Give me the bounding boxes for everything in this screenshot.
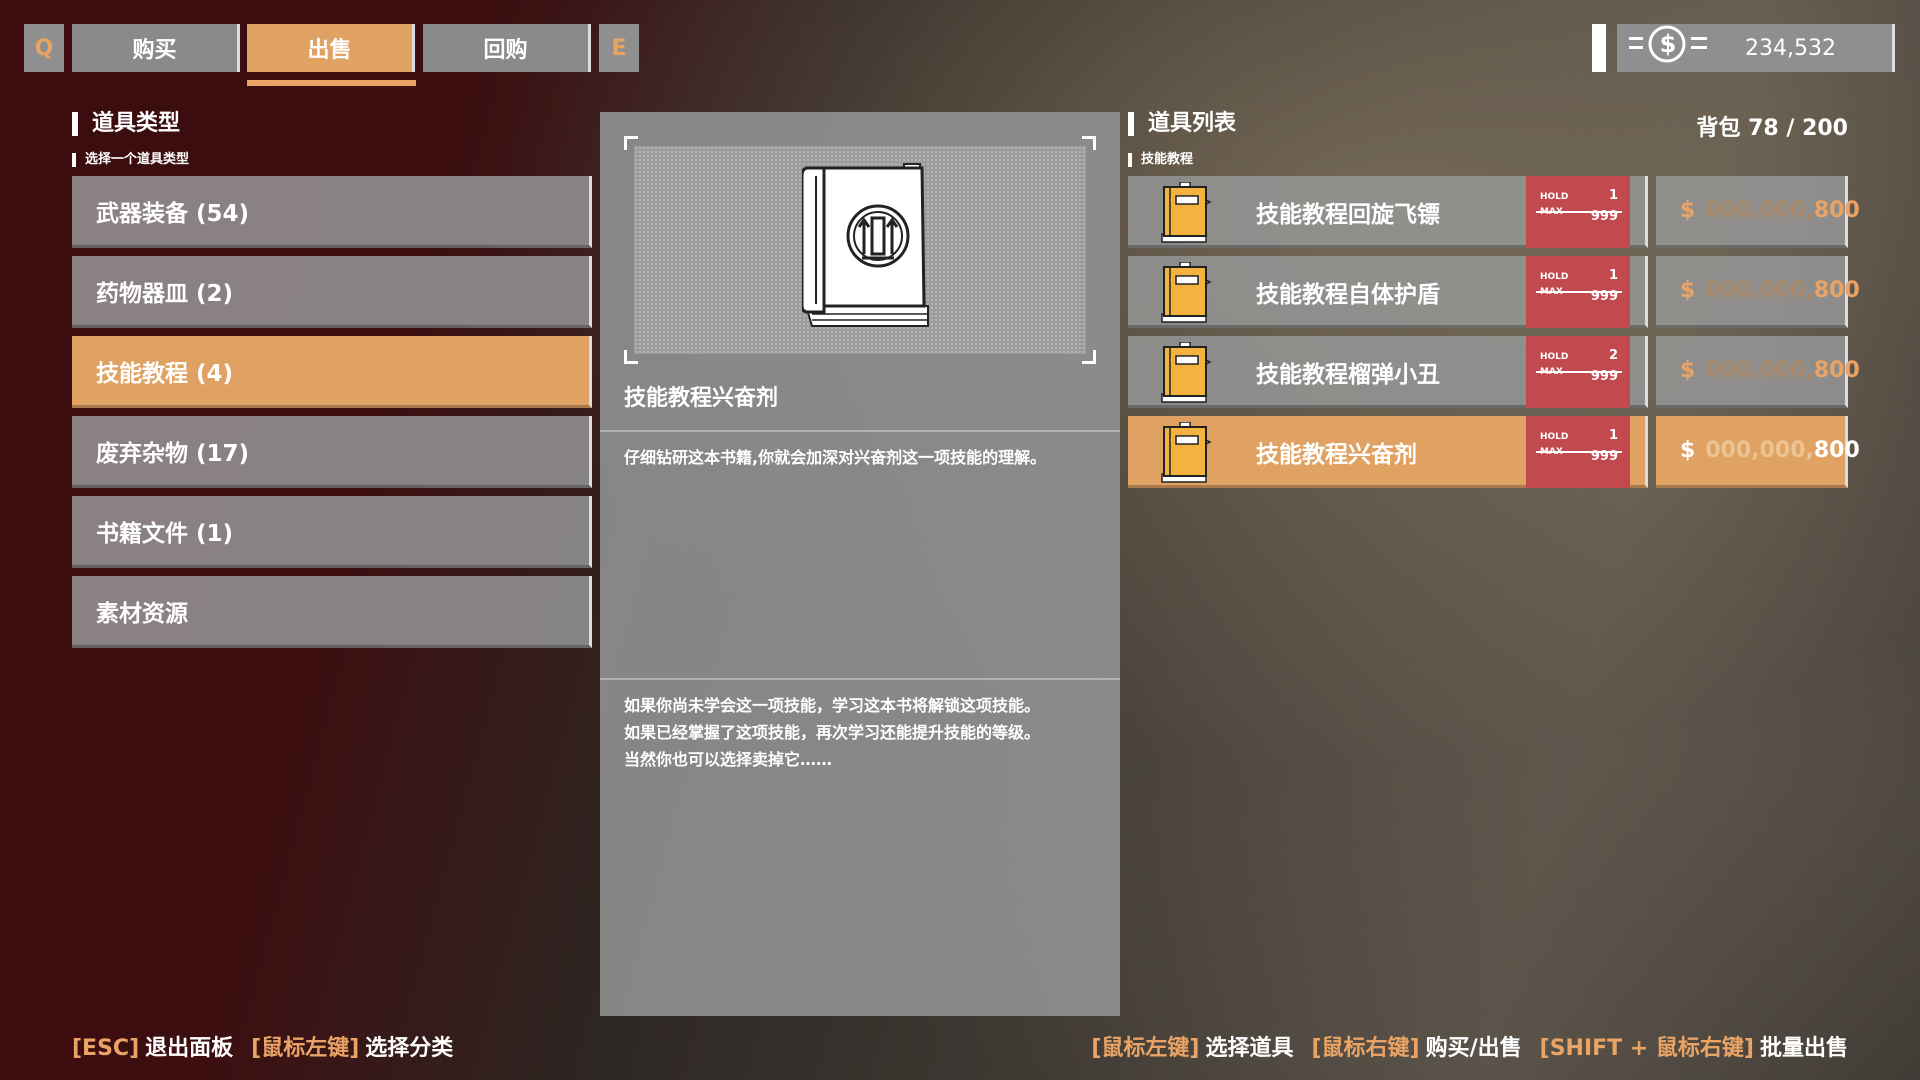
backpack-capacity: 背包 78 / 200 [1696,116,1848,141]
category-weapons[interactable]: 武器装备 (54) [72,176,592,248]
hint-action: 购买/出售 [1425,1036,1522,1061]
tab-buyback[interactable]: 回购 [423,24,591,72]
footer-hints-left: [ESC] 退出面板 [鼠标左键] 选择分类 [72,1030,453,1062]
item-price[interactable]: $ 000,000, 800 [1656,176,1860,248]
hint-right-click: [鼠标右键] 购买/出售 [1311,1030,1521,1062]
skill-book-thumb-icon [1161,262,1212,323]
hold-count: 2 [1608,348,1618,363]
price-value: 800 [1813,198,1860,223]
skill-book-icon [802,163,929,327]
max-count: 999 [1590,449,1618,464]
hold-label: HOLD [1540,432,1569,442]
hint-action: 退出面板 [145,1036,234,1061]
hint-left-click: [鼠标左键] 选择分类 [251,1030,453,1062]
max-count: 999 [1590,209,1618,224]
currency-symbol: $ [1680,438,1696,463]
currency-symbol: $ [1680,358,1696,383]
category-books[interactable]: 书籍文件 (1) [72,496,592,568]
hold-label: HOLD [1540,272,1569,282]
currency-symbol: $ [1680,278,1696,303]
item-price[interactable]: $ 000,000, 800 [1656,256,1860,328]
hint-esc: [ESC] 退出面板 [72,1030,233,1062]
categories-title: 道具类型 [72,112,180,136]
prev-tab-key[interactable]: Q [24,24,64,72]
max-count: 999 [1590,369,1618,384]
category-junk[interactable]: 废弃杂物 (17) [72,416,592,488]
item-quantity-box: HOLD 2 MAX 999 [1526,336,1630,408]
money-accent-bar [1592,24,1606,72]
skill-book-thumb-icon [1161,342,1212,403]
currency-symbol: $ [1680,198,1696,223]
item-name: 技能教程兴奋剂 [1256,442,1417,468]
category-materials[interactable]: 素材资源 [72,576,592,648]
hint-key: [鼠标左键] [251,1036,360,1061]
item-name: 技能教程榴弹小丑 [1256,362,1440,388]
item-description: 仔细钻研这本书籍,你就会加深对兴奋剂这一项技能的理解。 [624,448,1047,467]
item-detail-panel: 技能教程兴奋剂 仔细钻研这本书籍,你就会加深对兴奋剂这一项技能的理解。 如果你尚… [600,112,1120,1016]
tab-buy[interactable]: 购买 [72,24,240,72]
skill-book-thumb-icon [1161,182,1212,243]
hint-key: [鼠标右键] [1311,1036,1420,1061]
money-amount: 234,532 [1745,35,1836,61]
hold-label: HOLD [1540,352,1569,362]
max-label: MAX [1540,287,1563,297]
hold-count: 1 [1608,428,1618,443]
detail-divider [600,678,1120,680]
price-padding: 000,000, [1705,278,1814,303]
detail-divider [600,430,1120,432]
hold-count: 1 [1608,268,1618,283]
price-value: 800 [1813,438,1860,463]
hint-left-click: [鼠标左键] 选择道具 [1091,1030,1293,1062]
items-subtitle: 技能教程 [1128,153,1193,167]
category-medicine[interactable]: 药物器皿 (2) [72,256,592,328]
footer-hints-right: [鼠标左键] 选择道具 [鼠标右键] 购买/出售 [SHIFT + 鼠标右键] 批量出… [1091,1030,1848,1062]
hint-action: 批量出售 [1759,1036,1848,1061]
item-price[interactable]: $ 000,000, 800 [1656,336,1860,408]
active-tab-underline [247,80,416,86]
hint-action: 选择道具 [1205,1036,1294,1061]
items-title: 道具列表 [1128,112,1236,136]
max-label: MAX [1540,447,1563,457]
item-lore-line: 如果你尚未学会这一项技能，学习这本书将解锁这项技能。 [624,696,1041,715]
money-display: $ 234,532 [1617,24,1895,72]
categories-subtitle: 选择一个道具类型 [72,153,189,167]
max-label: MAX [1540,367,1563,377]
hint-key: [ESC] [72,1036,140,1061]
item-quantity-box: HOLD 1 MAX 999 [1526,176,1630,248]
item-row[interactable]: 技能教程回旋飞镖 HOLD 1 MAX 999 [1128,176,1648,248]
item-lore-line: 如果已经掌握了这项技能，再次学习还能提升技能的等级。 [624,723,1041,742]
max-label: MAX [1540,207,1563,217]
item-row[interactable]: 技能教程榴弹小丑 HOLD 2 MAX 999 [1128,336,1648,408]
hint-action: 选择分类 [365,1036,454,1061]
price-padding: 000,000, [1705,438,1814,463]
price-padding: 000,000, [1705,198,1814,223]
tab-sell[interactable]: 出售 [247,24,415,72]
next-tab-key[interactable]: E [599,24,639,72]
item-name: 技能教程自体护盾 [1256,282,1440,308]
item-quantity-box: HOLD 1 MAX 999 [1526,256,1630,328]
item-quantity-box: HOLD 1 MAX 999 [1526,416,1630,488]
item-price[interactable]: $ 000,000, 800 [1656,416,1860,488]
hold-count: 1 [1608,188,1618,203]
hold-label: HOLD [1540,192,1569,202]
price-value: 800 [1813,358,1860,383]
item-detail-name: 技能教程兴奋剂 [624,386,779,411]
skill-book-thumb-icon [1161,422,1212,483]
item-row-selected[interactable]: 技能教程兴奋剂 HOLD 1 MAX 999 [1128,416,1648,488]
hint-key: [鼠标左键] [1091,1036,1200,1061]
price-value: 800 [1813,278,1860,303]
item-lore: 如果你尚未学会这一项技能，学习这本书将解锁这项技能。 如果已经掌握了这项技能，再… [624,692,1104,773]
item-name: 技能教程回旋飞镖 [1256,202,1440,228]
max-count: 999 [1590,289,1618,304]
svg-text:$: $ [1660,30,1676,58]
dollar-coin-icon: $ [1627,24,1713,72]
price-padding: 000,000, [1705,358,1814,383]
item-preview [624,136,1096,364]
item-row[interactable]: 技能教程自体护盾 HOLD 1 MAX 999 [1128,256,1648,328]
hint-key: [SHIFT + 鼠标右键] [1539,1036,1754,1061]
hint-shift-right-click: [SHIFT + 鼠标右键] 批量出售 [1540,1030,1848,1062]
category-skill-tutorials[interactable]: 技能教程 (4) [72,336,592,408]
item-lore-line: 当然你也可以选择卖掉它…… [624,750,833,769]
